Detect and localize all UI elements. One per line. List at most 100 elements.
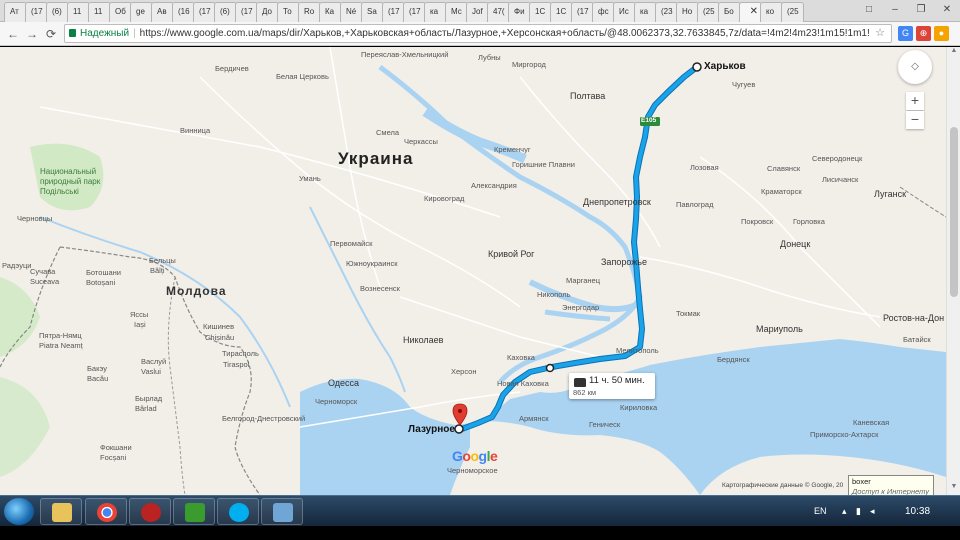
scroll-up-icon[interactable]: ▲ bbox=[947, 47, 960, 59]
browser-tab[interactable]: ge bbox=[130, 2, 153, 22]
taskbar-skype[interactable] bbox=[217, 498, 259, 525]
browser-tab[interactable]: Но bbox=[676, 2, 699, 22]
browser-tab[interactable]: (17 bbox=[25, 2, 48, 22]
city-label: Лисичанск bbox=[822, 175, 859, 184]
utorrent-icon bbox=[185, 503, 205, 522]
reload-icon[interactable]: ⟳ bbox=[42, 25, 60, 43]
browser-tab[interactable]: ка bbox=[634, 2, 657, 22]
zoom-out-button[interactable]: − bbox=[906, 111, 924, 129]
browser-tab[interactable]: (6) bbox=[46, 2, 69, 22]
city-label: Радэуци bbox=[2, 261, 32, 270]
city-label: Яссы bbox=[130, 310, 149, 319]
network-icon[interactable]: ▮ bbox=[856, 506, 861, 517]
browser-tab[interactable]: Об bbox=[109, 2, 132, 22]
browser-tab[interactable]: Ав bbox=[151, 2, 174, 22]
browser-tab[interactable]: То bbox=[277, 2, 300, 22]
browser-tab[interactable]: (6) bbox=[214, 2, 237, 22]
scroll-down-icon[interactable]: ▼ bbox=[947, 483, 960, 495]
city-label: Запорожье bbox=[601, 257, 647, 267]
volume-icon[interactable]: ◂ bbox=[870, 506, 875, 517]
zoom-in-button[interactable]: + bbox=[906, 92, 924, 110]
browser-tab[interactable]: 11 bbox=[88, 2, 111, 22]
city-label: Кишинев bbox=[203, 322, 235, 331]
browser-tab[interactable]: (17 bbox=[235, 2, 258, 22]
browser-tab[interactable]: 1С bbox=[529, 2, 552, 22]
browser-tab[interactable]: Мс bbox=[445, 2, 468, 22]
browser-tab[interactable]: Né bbox=[340, 2, 363, 22]
browser-tab[interactable]: 47( bbox=[487, 2, 510, 22]
browser-tab[interactable]: ка bbox=[424, 2, 447, 22]
skype-icon bbox=[229, 503, 249, 522]
browser-tab[interactable]: Ис bbox=[613, 2, 636, 22]
extension-icon[interactable]: ⊕ bbox=[916, 26, 931, 41]
compass-control[interactable]: ◇ bbox=[898, 50, 932, 84]
browser-tab[interactable]: Ro bbox=[298, 2, 321, 22]
city-label: Чугуев bbox=[732, 80, 756, 89]
city-label: Chișinău bbox=[205, 333, 235, 342]
forward-icon[interactable]: → bbox=[23, 25, 41, 43]
city-label: Ботошани bbox=[86, 268, 121, 277]
start-button[interactable] bbox=[4, 498, 34, 525]
taskbar-chrome[interactable] bbox=[85, 498, 127, 525]
city-label: Винница bbox=[180, 126, 211, 135]
browser-tab[interactable]: (16 bbox=[172, 2, 195, 22]
fire-extension-icon[interactable]: ● bbox=[934, 26, 949, 41]
browser-tab[interactable]: Jof bbox=[466, 2, 489, 22]
browser-tab[interactable]: Ка bbox=[319, 2, 342, 22]
language-indicator[interactable]: EN bbox=[814, 506, 827, 516]
minimize-button[interactable]: – bbox=[882, 0, 908, 20]
city-label: Марганец bbox=[566, 276, 601, 285]
browser-tab[interactable]: (23 bbox=[655, 2, 678, 22]
browser-tab[interactable]: (25 bbox=[781, 2, 804, 22]
translate-extension-icon[interactable]: G bbox=[898, 26, 913, 41]
address-bar[interactable]: Надежный | https://www.google.com.ua/maps/… bbox=[64, 24, 892, 43]
city-label: Армянск bbox=[519, 414, 549, 423]
browser-tab[interactable]: 11 bbox=[67, 2, 90, 22]
bookmark-star-icon[interactable]: ☆ bbox=[875, 25, 885, 42]
city-label: Северодонецк bbox=[812, 154, 863, 163]
window-icon bbox=[273, 503, 293, 522]
browser-tab[interactable]: Ат bbox=[4, 2, 27, 22]
route-info-card[interactable]: 11 ч. 50 мин. 862 км bbox=[569, 373, 655, 399]
route-distance: 862 км bbox=[573, 388, 597, 397]
browser-tab[interactable]: (17 bbox=[193, 2, 216, 22]
browser-tab[interactable]: фс bbox=[592, 2, 615, 22]
browser-tab[interactable]: Фи bbox=[508, 2, 531, 22]
map-canvas[interactable]: E105 ◇ + − Украина Молдова Харьков Лазур… bbox=[0, 47, 946, 495]
browser-tab[interactable]: ✕ bbox=[739, 2, 762, 22]
city-label: Мариуполь bbox=[756, 324, 803, 334]
city-label: Смела bbox=[376, 128, 400, 137]
maximize-button[interactable]: ❐ bbox=[908, 0, 934, 20]
page-scrollbar[interactable]: ▲ ▼ bbox=[946, 47, 960, 495]
close-window-button[interactable]: ✕ bbox=[934, 0, 960, 20]
city-label: Александрия bbox=[471, 181, 517, 190]
city-label: Мелитополь bbox=[616, 346, 659, 355]
taskbar-window[interactable] bbox=[261, 498, 303, 525]
city-label: Токмак bbox=[676, 309, 701, 318]
browser-tab[interactable]: (17 bbox=[403, 2, 426, 22]
city-label: Бельцы bbox=[149, 256, 176, 265]
taskbar-explorer[interactable] bbox=[40, 498, 82, 525]
browser-tab[interactable]: 1С bbox=[550, 2, 573, 22]
browser-tab[interactable]: (25 bbox=[697, 2, 720, 22]
close-tab-icon[interactable]: ✕ bbox=[750, 3, 758, 21]
city-label: Покровск bbox=[741, 217, 774, 226]
browser-tab[interactable]: (17 bbox=[382, 2, 405, 22]
clock[interactable]: 10:38 bbox=[905, 506, 930, 517]
back-icon[interactable]: ← bbox=[4, 25, 22, 43]
app-icon bbox=[141, 503, 161, 522]
profile-button[interactable]: □ bbox=[856, 0, 882, 20]
browser-tab[interactable]: До bbox=[256, 2, 279, 22]
browser-tab[interactable]: ко bbox=[760, 2, 783, 22]
taskbar-app[interactable] bbox=[129, 498, 171, 525]
scroll-thumb[interactable] bbox=[950, 127, 958, 297]
taskbar-utorrent[interactable] bbox=[173, 498, 215, 525]
city-label: Бакэу bbox=[87, 364, 108, 373]
browser-tab[interactable]: Sa bbox=[361, 2, 384, 22]
browser-tab[interactable]: (17 bbox=[571, 2, 594, 22]
tray-arrow-icon[interactable]: ▴ bbox=[842, 506, 847, 517]
city-label: Донецк bbox=[780, 239, 811, 249]
city-label: Bălți bbox=[150, 266, 165, 275]
city-label: Никополь bbox=[537, 290, 571, 299]
browser-tab[interactable]: Бо bbox=[718, 2, 741, 22]
